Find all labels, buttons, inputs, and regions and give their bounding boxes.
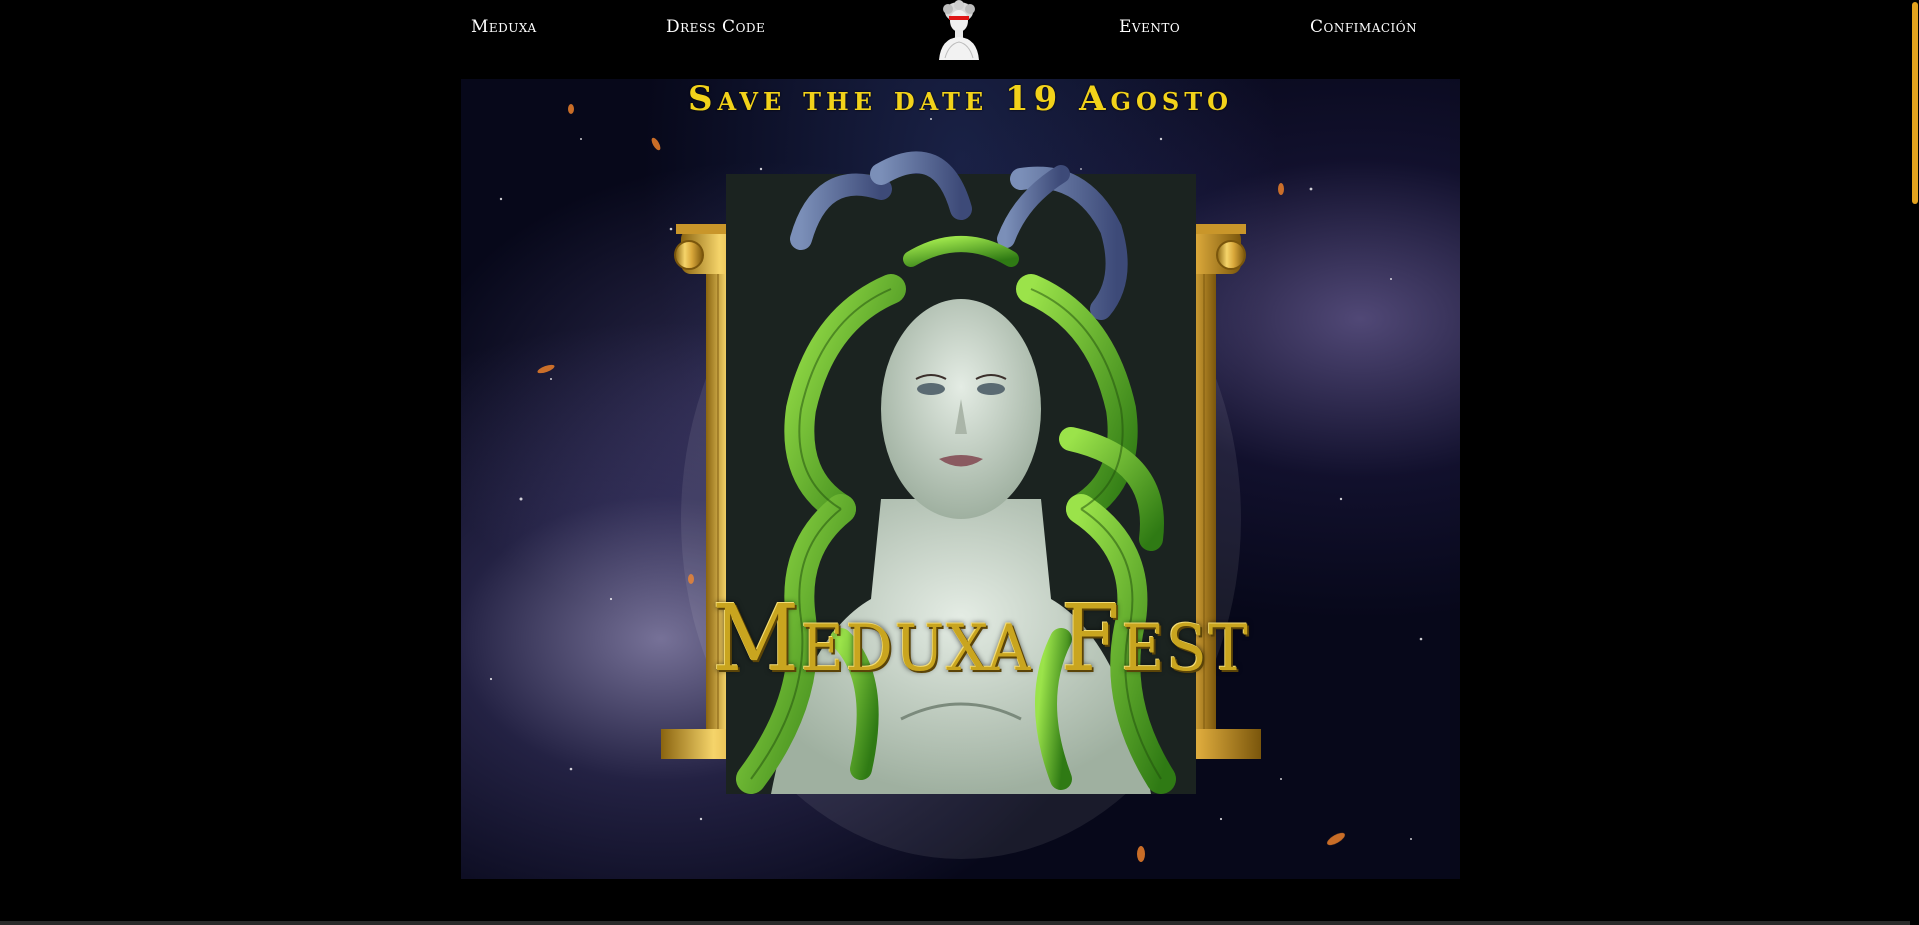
scrollbar-track[interactable]	[1910, 0, 1919, 925]
page-bottom-divider	[0, 921, 1910, 925]
medusa-with-golden-columns-illustration	[489, 104, 1423, 862]
top-navigation: Meduxa Dress Code Evento Confimación	[461, 0, 1461, 62]
nav-item-confirmacion[interactable]: Confimación	[1310, 17, 1417, 37]
hero-banner: Save the date 19 Agosto Meduxa Fest	[461, 79, 1460, 879]
nav-item-meduxa[interactable]: Meduxa	[471, 17, 537, 37]
meduxa-fest-title: Meduxa Fest	[712, 585, 1250, 692]
save-the-date-heading: Save the date 19 Agosto	[688, 79, 1233, 119]
page: Meduxa Dress Code Evento Confimación Sav…	[0, 0, 1919, 925]
nav-item-dress-code[interactable]: Dress Code	[666, 17, 765, 37]
scrollbar-thumb[interactable]	[1912, 2, 1918, 204]
nav-item-evento[interactable]: Evento	[1119, 17, 1180, 37]
medusa-bust-icon[interactable]	[931, 0, 987, 60]
